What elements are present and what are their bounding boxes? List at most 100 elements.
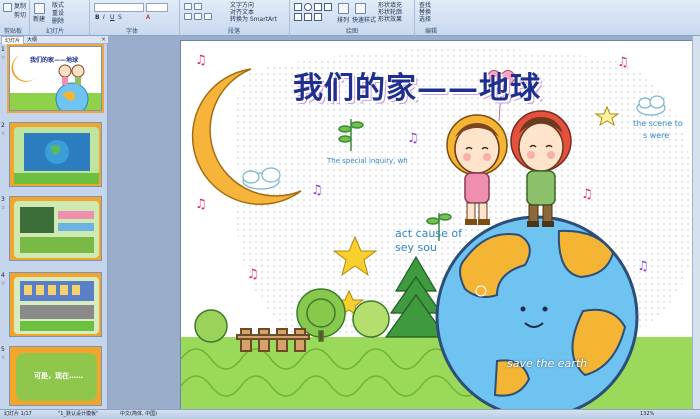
align-right-icon[interactable]: [204, 13, 212, 20]
animation-icon: ☆: [1, 355, 6, 361]
music-note-icon: ♫: [247, 267, 259, 282]
paste-icon[interactable]: [3, 3, 12, 12]
delete-button[interactable]: 删除: [52, 18, 64, 26]
slide-thumbnail-5[interactable]: 可是，现在……: [9, 346, 102, 406]
slide-number: 4: [1, 272, 5, 279]
oval-shape-icon[interactable]: [304, 3, 312, 11]
powerpoint-window: 复制 剪切 剪贴板 新建 版式 重设 删除 幻灯片 B I U S A 字体 文…: [0, 0, 700, 419]
animation-icon: ☆: [1, 281, 6, 287]
triangle-shape-icon[interactable]: [294, 13, 302, 21]
slide-workspace: ♫ ♫ ♫ ♫ ♫ ♫ ♫ ♫ 我们的家——地球 The special inq…: [109, 36, 700, 411]
earth-icon: [435, 215, 639, 410]
slide-number: 5: [1, 346, 5, 353]
slide-thumbnail-row-2[interactable]: 2 ☆: [0, 122, 108, 194]
slide-thumbnail-2[interactable]: [9, 122, 102, 187]
copy-button[interactable]: 复制: [14, 3, 26, 11]
tab-outline[interactable]: 大纲: [24, 36, 40, 44]
underline-icon[interactable]: U: [110, 14, 114, 22]
align-left-icon[interactable]: [184, 13, 192, 20]
slides-group: 新建 版式 重设 删除 幻灯片: [30, 0, 90, 36]
bg-text: The special inquiry, wh: [327, 157, 408, 165]
slide-thumbnail-row-1[interactable]: 1 ☆ 我们的家——地球: [0, 44, 108, 118]
slide-thumbnail-1[interactable]: 我们的家——地球: [7, 44, 104, 113]
thumbnail-3-art: [14, 201, 99, 258]
music-note-icon: ♫: [311, 183, 323, 198]
panel-tabs: 幻灯片 大纲 ×: [0, 36, 108, 44]
arrange-button[interactable]: 排列: [337, 17, 349, 25]
thumbnail-title: 可是，现在……: [34, 372, 83, 380]
earth-caption: save the earth: [507, 357, 588, 370]
animation-icon: ☆: [1, 131, 6, 137]
quick-styles-button[interactable]: 快速样式: [352, 17, 376, 25]
thumbnail-4-art: [14, 277, 99, 334]
status-bar: 幻灯片 1/17 "1_默认设计模板" 中文(简体, 中国) 132%: [0, 409, 700, 419]
animation-icon: ☆: [1, 205, 6, 211]
zoom-level[interactable]: 132%: [640, 410, 654, 419]
ribbon: 复制 剪切 剪贴板 新建 版式 重设 删除 幻灯片 B I U S A 字体 文…: [0, 0, 700, 36]
shape-effects-button[interactable]: 形状效果: [378, 16, 402, 24]
slide-thumbnail-row-5[interactable]: 5 ☆ 可是，现在……: [0, 346, 108, 408]
slide-number: 3: [1, 196, 5, 203]
drawing-group: 排列 快速样式 形状填充 形状轮廓 形状效果 绘图: [290, 0, 415, 36]
vertical-scrollbar[interactable]: [692, 36, 700, 409]
bold-icon[interactable]: B: [95, 14, 100, 22]
numbering-icon[interactable]: [194, 3, 202, 10]
font-color-icon[interactable]: A: [146, 14, 150, 22]
star-shape-icon[interactable]: [304, 13, 312, 21]
slides-panel: 幻灯片 大纲 × 1 ☆ 我们的家——地球 2 ☆ 3 ☆ 4 ☆ 5 ☆ 可是…: [0, 36, 108, 409]
editing-group: 查找 替换 选择 编辑: [415, 0, 455, 36]
drawing-group-label: 绘图: [346, 28, 359, 35]
font-name-combo[interactable]: [94, 3, 144, 12]
thumbnail-2-art: [14, 127, 99, 184]
slide-canvas[interactable]: ♫ ♫ ♫ ♫ ♫ ♫ ♫ ♫ 我们的家——地球 The special inq…: [180, 40, 700, 411]
smartart-button[interactable]: 转换为 SmartArt: [230, 16, 277, 24]
callout-shape-icon[interactable]: [314, 13, 322, 21]
theme-name: "1_默认设计模板": [58, 411, 99, 417]
language-indicator[interactable]: 中文(简体, 中国): [120, 410, 157, 419]
music-note-icon: ♫: [637, 259, 649, 274]
paragraph-group-label: 段落: [228, 28, 241, 35]
bg-text: sey sou: [395, 241, 437, 254]
animation-icon: ☆: [1, 55, 6, 61]
line-shape-icon[interactable]: [314, 3, 322, 11]
rectangle-shape-icon[interactable]: [294, 3, 302, 11]
close-panel-icon[interactable]: ×: [101, 36, 106, 44]
music-note-icon: ♫: [195, 197, 207, 212]
arrange-icon[interactable]: [338, 3, 349, 14]
bg-text: the scene to: [633, 119, 683, 128]
reset-button[interactable]: 重设: [52, 10, 64, 18]
layout-button[interactable]: 版式: [52, 2, 64, 10]
select-button[interactable]: 选择: [419, 16, 431, 24]
align-center-icon[interactable]: [194, 13, 202, 20]
slide-thumbnail-row-4[interactable]: 4 ☆: [0, 272, 108, 344]
music-note-icon: ♫: [195, 53, 207, 68]
tab-slides[interactable]: 幻灯片: [1, 36, 25, 44]
paragraph-group: 文字方向 对齐文本 转换为 SmartArt 段落: [180, 0, 290, 36]
font-group-label: 字体: [126, 28, 139, 35]
cut-button[interactable]: 剪切: [14, 12, 26, 20]
slide-thumbnail-3[interactable]: [9, 196, 102, 261]
bullets-icon[interactable]: [184, 3, 192, 10]
quick-styles-icon[interactable]: [355, 3, 366, 14]
slide-thumbnail-row-3[interactable]: 3 ☆: [0, 196, 108, 268]
new-slide-button[interactable]: 新建: [33, 16, 45, 24]
clipboard-group: 复制 剪切 剪贴板: [0, 0, 30, 36]
music-note-icon: ♫: [617, 55, 629, 70]
bg-text: s were: [643, 131, 670, 140]
editing-group-label: 编辑: [425, 28, 438, 35]
slide-title[interactable]: 我们的家——地球: [293, 63, 541, 107]
slide-number: 1: [1, 46, 5, 53]
italic-icon[interactable]: I: [103, 14, 105, 22]
shadow-icon[interactable]: S: [118, 14, 122, 22]
font-size-combo[interactable]: [146, 3, 168, 12]
music-note-icon: ♫: [407, 131, 419, 146]
slide-number: 2: [1, 122, 5, 129]
new-slide-icon[interactable]: [34, 3, 45, 14]
slides-group-label: 幻灯片: [46, 28, 65, 35]
bg-text: act cause of: [395, 227, 462, 240]
slide-counter: 幻灯片 1/17: [4, 411, 32, 417]
music-note-icon: ♫: [581, 187, 593, 202]
slide-thumbnail-4[interactable]: [9, 272, 102, 337]
arrow-shape-icon[interactable]: [324, 3, 332, 11]
clipboard-group-label: 剪贴板: [4, 28, 23, 35]
